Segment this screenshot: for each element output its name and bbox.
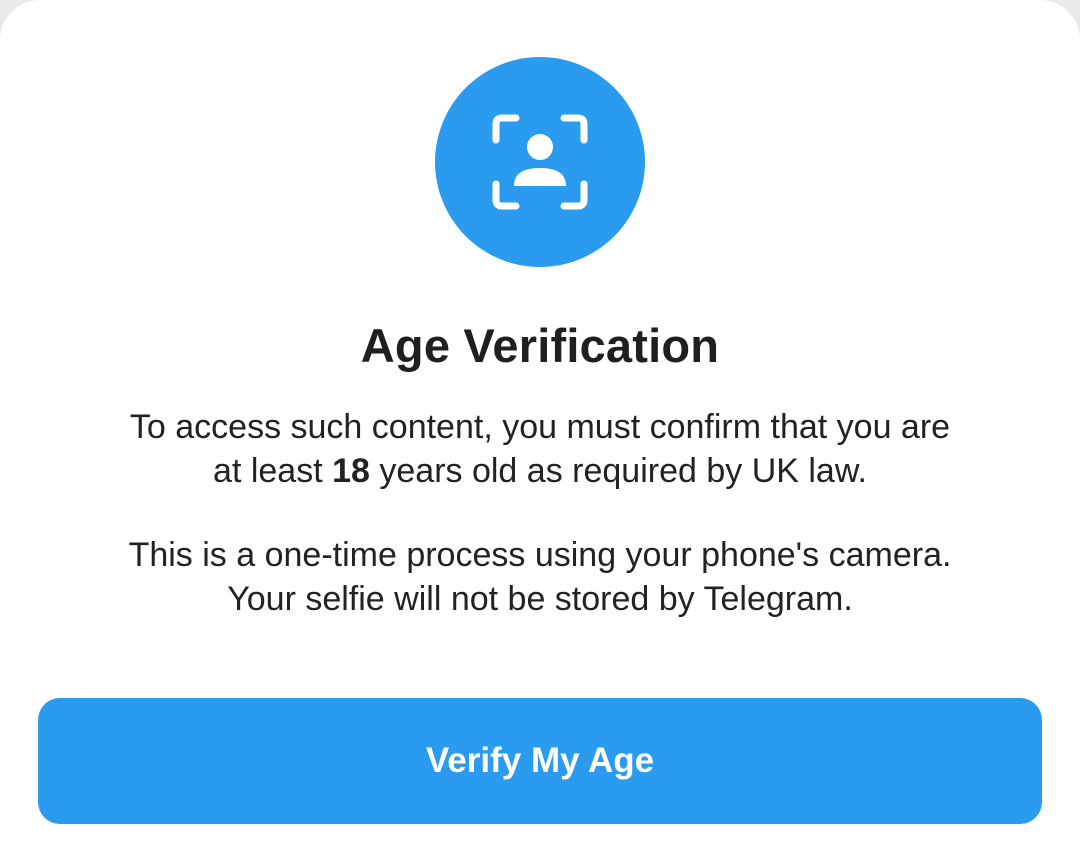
face-scan-icon xyxy=(492,114,588,210)
face-scan-badge xyxy=(435,57,645,267)
verify-age-button[interactable]: Verify My Age xyxy=(38,698,1042,824)
privacy-paragraph: This is a one-time process using your ph… xyxy=(60,533,1020,621)
privacy-line-1: This is a one-time process using your ph… xyxy=(128,536,952,574)
age-requirement: 18 xyxy=(332,452,370,490)
description-line-1: To access such content, you must confirm… xyxy=(129,408,951,446)
description-line-2-end: years old as required by UK law. xyxy=(369,452,867,490)
description-line-2-start: at least xyxy=(213,452,333,490)
page-title: Age Verification xyxy=(360,319,720,372)
privacy-line-2: Your selfie will not be stored by Telegr… xyxy=(227,580,853,618)
description-paragraph: To access such content, you must confirm… xyxy=(60,405,1020,493)
age-verification-sheet: Age Verification To access such content,… xyxy=(0,0,1080,855)
description-line-2: at least 18 years old as required by UK … xyxy=(60,449,1020,493)
